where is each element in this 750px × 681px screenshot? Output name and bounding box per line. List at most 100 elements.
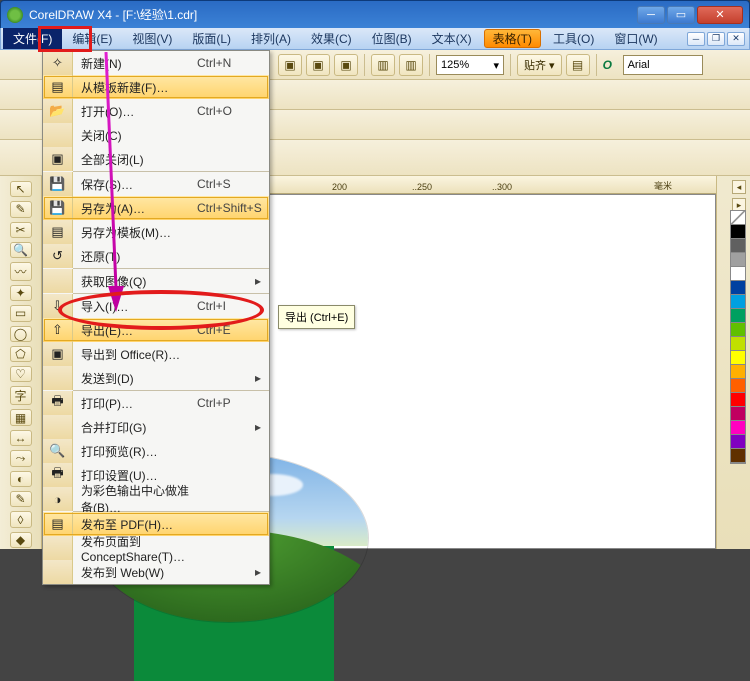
menu-bitmap[interactable]: 位图(B): [362, 28, 422, 49]
menu-close[interactable]: 关闭(C): [43, 123, 269, 147]
menu-send-to[interactable]: 发送到(D)▸: [43, 366, 269, 390]
font-combo[interactable]: Arial: [623, 55, 703, 75]
swatch[interactable]: [731, 337, 745, 351]
close-button[interactable]: ✕: [697, 6, 743, 24]
swatch[interactable]: [731, 365, 745, 379]
swatch[interactable]: [731, 379, 745, 393]
swatch[interactable]: [731, 239, 745, 253]
menu-window[interactable]: 窗口(W): [604, 28, 667, 49]
effects-tool[interactable]: ◐: [10, 471, 32, 487]
file-menu-dropdown: ✧新建(N)Ctrl+N ▤从模板新建(F)… 📂打开(O)…Ctrl+O 关闭…: [42, 50, 270, 585]
table-tool[interactable]: ▦: [10, 409, 32, 425]
snap-button[interactable]: 贴齐 ▾: [517, 54, 562, 76]
menu-arrange[interactable]: 排列(A): [241, 28, 301, 49]
menu-new[interactable]: ✧新建(N)Ctrl+N: [43, 51, 269, 75]
menu-view[interactable]: 视图(V): [122, 28, 182, 49]
toolbar-btn-2[interactable]: ▣: [306, 54, 330, 76]
menu-export[interactable]: ⇧导出(E)…Ctrl+E: [43, 318, 269, 342]
mdi-minimize-button[interactable]: ─: [687, 32, 705, 46]
menu-save-as-template[interactable]: ▤另存为模板(M)…: [43, 220, 269, 244]
toolbar-btn-4[interactable]: ▥: [371, 54, 395, 76]
menubar: 文件(F) 编辑(E) 视图(V) 版面(L) 排列(A) 效果(C) 位图(B…: [0, 28, 750, 50]
proof-icon: ◑: [50, 491, 66, 507]
swatch[interactable]: [731, 393, 745, 407]
menu-save-as[interactable]: 💾另存为(A)…Ctrl+Shift+S: [43, 196, 269, 220]
outline-tool[interactable]: ◊: [10, 511, 32, 527]
swatch[interactable]: [731, 351, 745, 365]
toolbar-btn-1[interactable]: ▣: [278, 54, 302, 76]
menu-effects[interactable]: 效果(C): [301, 28, 362, 49]
color-palette: [730, 210, 746, 464]
menu-open[interactable]: 📂打开(O)…Ctrl+O: [43, 99, 269, 123]
text-tool[interactable]: 字: [10, 386, 32, 405]
toolbar-sep: [364, 54, 365, 76]
freehand-tool[interactable]: 〰: [10, 262, 32, 281]
office-icon: ▣: [50, 346, 66, 362]
menu-publish-web[interactable]: 发布到 Web(W)▸: [43, 560, 269, 584]
crop-tool[interactable]: ✂: [10, 222, 32, 238]
menu-new-from-template[interactable]: ▤从模板新建(F)…: [43, 75, 269, 99]
zoom-tool[interactable]: 🔍: [10, 242, 32, 258]
shapes-tool[interactable]: ♡: [10, 366, 32, 382]
template-icon: ▤: [50, 79, 66, 95]
import-icon: ⇩: [50, 298, 66, 314]
tooltip-export: 导出 (Ctrl+E): [278, 305, 355, 329]
menu-acquire-image[interactable]: 获取图像(Q)▸: [43, 269, 269, 293]
minimize-button[interactable]: ─: [637, 6, 665, 24]
menu-tools[interactable]: 工具(O): [543, 28, 604, 49]
menu-print[interactable]: 🖶打印(P)…Ctrl+P: [43, 391, 269, 415]
window-title: CorelDRAW X4 - [F:\经验\1.cdr]: [29, 6, 637, 23]
menu-print-merge[interactable]: 合并打印(G)▸: [43, 415, 269, 439]
menu-layout[interactable]: 版面(L): [182, 28, 241, 49]
maximize-button[interactable]: ▭: [667, 6, 695, 24]
ellipse-tool[interactable]: ◯: [10, 326, 32, 342]
swatch[interactable]: [731, 309, 745, 323]
mdi-close-button[interactable]: ✕: [727, 32, 745, 46]
polygon-tool[interactable]: ⬠: [10, 346, 32, 362]
toolbar-btn-6[interactable]: ▤: [566, 54, 590, 76]
menu-print-preview[interactable]: 🔍打印预览(R)…: [43, 439, 269, 463]
menu-text[interactable]: 文本(X): [422, 28, 482, 49]
toolbar-btn-5[interactable]: ▥: [399, 54, 423, 76]
connector-tool[interactable]: ⤳: [10, 450, 32, 467]
menu-file[interactable]: 文件(F): [3, 28, 62, 49]
pick-tool[interactable]: ↖: [10, 181, 32, 197]
fill-tool[interactable]: ◆: [10, 532, 32, 548]
print-icon: 🖶: [50, 395, 66, 411]
menu-publish-conceptshare[interactable]: 发布页面到 ConceptShare(T)…: [43, 536, 269, 560]
swatch[interactable]: [731, 449, 745, 463]
swatch[interactable]: [731, 253, 745, 267]
shape-tool[interactable]: ✎: [10, 201, 32, 217]
save-as-icon: 💾: [50, 200, 66, 216]
zoom-combo[interactable]: 125%▾: [436, 55, 504, 75]
rectangle-tool[interactable]: ▭: [10, 305, 32, 321]
menu-export-office[interactable]: ▣导出到 Office(R)…: [43, 342, 269, 366]
swatch[interactable]: [731, 435, 745, 449]
dimension-tool[interactable]: ↔: [10, 430, 32, 446]
menu-save[interactable]: 💾保存(S)…Ctrl+S: [43, 172, 269, 196]
save-template-icon: ▤: [50, 224, 66, 240]
swatch[interactable]: [731, 267, 745, 281]
nav-left-button[interactable]: ◂: [732, 180, 746, 194]
menu-edit[interactable]: 编辑(E): [62, 28, 122, 49]
swatch[interactable]: [731, 407, 745, 421]
mdi-restore-button[interactable]: ❐: [707, 32, 725, 46]
window-titlebar: CorelDRAW X4 - [F:\经验\1.cdr] ─ ▭ ✕: [0, 0, 750, 28]
smart-tool[interactable]: ✦: [10, 285, 32, 301]
swatch[interactable]: [731, 281, 745, 295]
swatch[interactable]: [731, 295, 745, 309]
swatch[interactable]: [731, 225, 745, 239]
menu-close-all[interactable]: ▣全部关闭(L): [43, 147, 269, 171]
eyedropper-tool[interactable]: ✎: [10, 491, 32, 507]
swatch[interactable]: [731, 323, 745, 337]
swatch-none[interactable]: [731, 211, 745, 225]
toolbar-sep: [429, 54, 430, 76]
menu-import[interactable]: ⇩导入(I)…Ctrl+I: [43, 294, 269, 318]
toolbar-sep: [596, 54, 597, 76]
menu-revert[interactable]: ↺还原(T): [43, 244, 269, 268]
pdf-icon: ▤: [50, 516, 66, 532]
toolbar-btn-3[interactable]: ▣: [334, 54, 358, 76]
swatch[interactable]: [731, 421, 745, 435]
menu-tables[interactable]: 表格(T): [484, 29, 541, 48]
menu-color-proof[interactable]: ◑为彩色输出中心做准备(B)…: [43, 487, 269, 511]
